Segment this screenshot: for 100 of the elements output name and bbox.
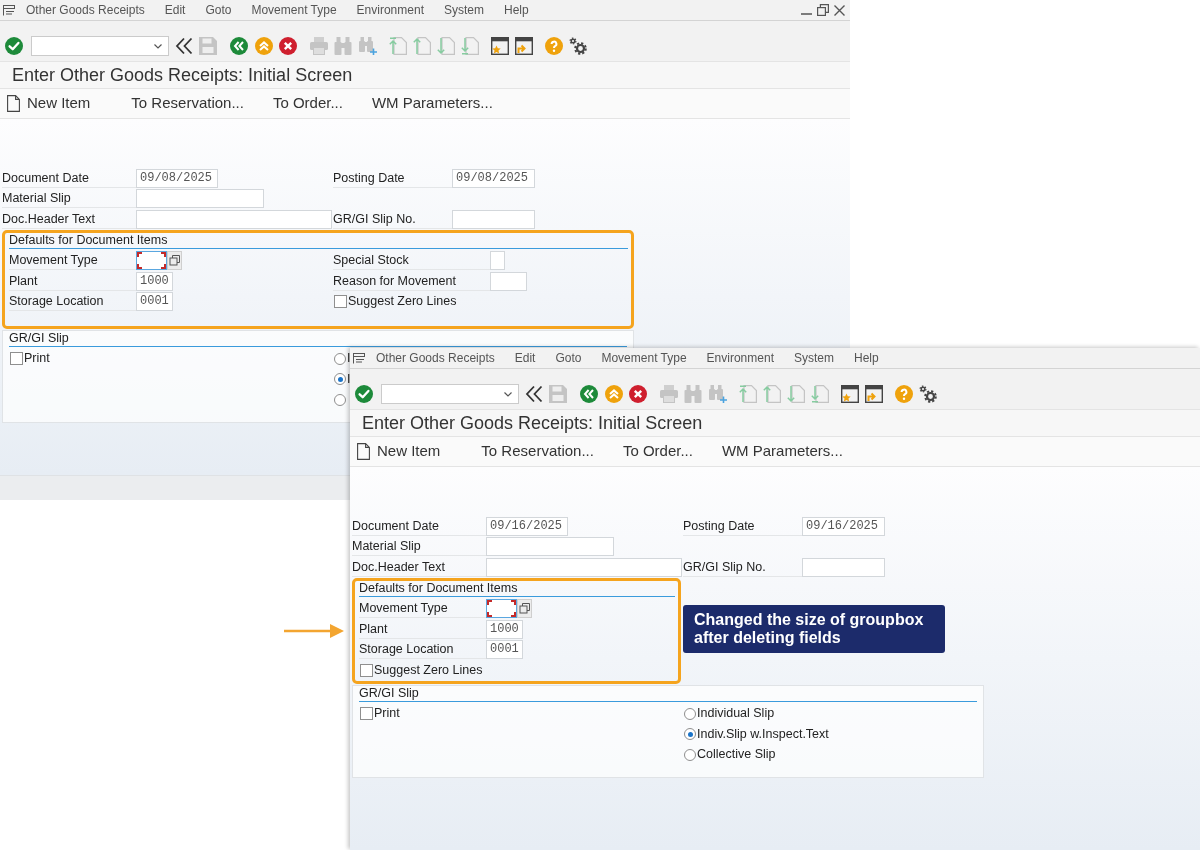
close-circle-icon[interactable] — [629, 385, 647, 403]
double-chevron-circle-icon[interactable] — [230, 37, 248, 55]
menu-item[interactable]: Other Goods Receipts — [376, 349, 495, 367]
input-field[interactable] — [452, 209, 535, 229]
close-icon[interactable] — [834, 4, 845, 16]
menu-icon[interactable] — [3, 4, 15, 16]
radio-label: Indiv.Slip w.Inspect.Text — [697, 725, 829, 743]
page-up-arrow-icon[interactable] — [739, 385, 757, 403]
menu-item[interactable]: Help — [854, 349, 879, 367]
radio-label: I — [347, 370, 351, 388]
radio-button[interactable] — [684, 748, 696, 761]
input-field[interactable] — [802, 557, 885, 577]
input-field[interactable]: 09/08/2025 — [452, 168, 535, 188]
input-field[interactable]: 09/16/2025 — [802, 516, 885, 536]
document-icon — [7, 95, 20, 112]
binoculars-icon[interactable] — [334, 37, 352, 55]
input-field[interactable]: 0001 — [486, 640, 523, 660]
binoculars-plus-icon[interactable] — [359, 37, 377, 55]
caret-icon[interactable] — [504, 391, 512, 397]
menu-item[interactable]: Help — [504, 1, 529, 19]
toolbar-button[interactable]: WM Parameters... — [718, 439, 846, 464]
toolbar-button[interactable]: To Reservation... — [128, 91, 247, 116]
input-field[interactable] — [136, 251, 167, 271]
printer-icon[interactable] — [310, 37, 328, 55]
radio-button[interactable] — [334, 393, 346, 406]
binoculars-icon[interactable] — [684, 385, 702, 403]
menu-item[interactable]: Environment — [706, 349, 774, 367]
page-down-arrow-icon[interactable] — [437, 37, 455, 55]
toolbar-button[interactable]: To Reservation... — [478, 439, 597, 464]
check-circle-icon[interactable] — [355, 385, 373, 403]
group-title: Defaults for Document Items — [9, 232, 169, 248]
input-field[interactable] — [490, 251, 505, 271]
input-field[interactable]: 09/08/2025 — [136, 168, 218, 188]
menu-item[interactable]: Movement Type — [601, 349, 687, 367]
help-icon[interactable] — [895, 385, 913, 403]
close-circle-icon[interactable] — [279, 37, 297, 55]
input-field[interactable]: 09/16/2025 — [486, 516, 568, 536]
double-chevron-left-icon[interactable] — [525, 385, 543, 403]
settings-icon[interactable] — [919, 385, 937, 403]
menu-icon[interactable] — [353, 352, 365, 364]
screen-title: Enter Other Goods Receipts: Initial Screen — [362, 411, 703, 435]
menu-item[interactable]: Other Goods Receipts — [26, 1, 145, 19]
radio-button[interactable] — [334, 352, 346, 365]
menu-item[interactable]: System — [793, 349, 834, 367]
help-icon[interactable] — [545, 37, 563, 55]
toolbar-button[interactable]: New Item — [354, 439, 444, 464]
checkbox[interactable] — [360, 663, 373, 677]
double-chevron-up-circle-icon[interactable] — [255, 37, 273, 55]
input-field[interactable] — [486, 537, 614, 557]
overlapping-squares-icon[interactable] — [167, 251, 182, 271]
checkbox-label: Suggest Zero Lines — [374, 661, 483, 679]
double-chevron-circle-icon[interactable] — [580, 385, 598, 403]
radio-button[interactable] — [684, 707, 696, 720]
input-field[interactable]: 1000 — [136, 271, 173, 291]
checkbox[interactable] — [334, 295, 347, 309]
double-chevron-up-circle-icon[interactable] — [605, 385, 623, 403]
callout-note: Changed the size of groupbox after deleting fields — [683, 605, 945, 653]
menu-item[interactable]: Environment — [356, 1, 424, 19]
input-field[interactable] — [136, 189, 264, 209]
toolbar-button[interactable]: New Item — [4, 91, 94, 116]
group-title: GR/GI Slip — [9, 330, 70, 346]
input-field[interactable] — [486, 599, 517, 619]
checkbox[interactable] — [360, 707, 373, 721]
radio-label: Collective Slip — [697, 746, 776, 764]
input-field[interactable]: 1000 — [486, 619, 523, 639]
settings-icon[interactable] — [569, 37, 587, 55]
toolbar-button[interactable]: To Order... — [269, 91, 346, 116]
input-field[interactable]: 0001 — [136, 292, 173, 312]
group-title: Defaults for Document Items — [359, 580, 519, 596]
page-down-arrow-icon[interactable] — [461, 37, 479, 55]
check-circle-icon[interactable] — [5, 37, 23, 55]
checkbox-label: Suggest Zero Lines — [348, 293, 457, 311]
group-title: GR/GI Slip — [359, 685, 420, 701]
caret-icon[interactable] — [154, 43, 162, 49]
command-field[interactable] — [31, 36, 169, 56]
double-chevron-left-icon[interactable] — [175, 37, 193, 55]
page-up-arrow-icon[interactable] — [763, 385, 781, 403]
menu-item[interactable]: Edit — [164, 1, 186, 19]
input-field[interactable] — [490, 271, 527, 291]
radio-button[interactable] — [684, 728, 696, 741]
binoculars-plus-icon[interactable] — [709, 385, 727, 403]
checkbox[interactable] — [10, 352, 23, 366]
toolbar-button[interactable]: WM Parameters... — [368, 91, 496, 116]
menu-item[interactable]: System — [443, 1, 484, 19]
page-up-arrow-icon[interactable] — [389, 37, 407, 55]
menu-item[interactable]: Goto — [555, 349, 582, 367]
page-down-arrow-icon[interactable] — [787, 385, 805, 403]
input-field[interactable] — [136, 209, 332, 229]
toolbar-button[interactable]: To Order... — [619, 439, 696, 464]
restore-icon[interactable] — [817, 4, 829, 16]
menu-item[interactable]: Movement Type — [251, 1, 337, 19]
menu-item[interactable]: Goto — [205, 1, 232, 19]
page-up-arrow-icon[interactable] — [413, 37, 431, 55]
menu-item[interactable]: Edit — [514, 349, 536, 367]
printer-icon[interactable] — [660, 385, 678, 403]
command-field[interactable] — [381, 384, 519, 404]
input-field[interactable] — [486, 557, 682, 577]
radio-button[interactable] — [334, 373, 346, 386]
overlapping-squares-icon[interactable] — [517, 599, 532, 619]
page-down-arrow-icon[interactable] — [811, 385, 829, 403]
